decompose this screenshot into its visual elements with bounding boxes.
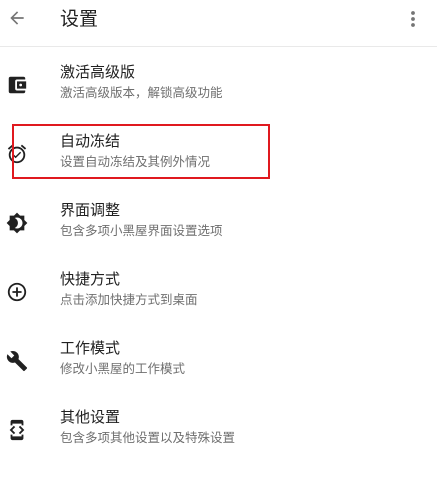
settings-item-title: 激活高级版 <box>60 63 136 81</box>
wrench-icon <box>5 349 29 373</box>
settings-item-shortcut[interactable]: 快捷方式 点击添加快捷方式到桌面 <box>0 270 437 339</box>
add-circle-icon <box>5 280 29 304</box>
more-vert-icon[interactable] <box>406 7 420 31</box>
brightness-icon <box>5 211 29 235</box>
settings-item-subtitle: 包含多项小黑屋界面设置选项 <box>60 223 223 238</box>
settings-item-subtitle: 包含多项其他设置以及特殊设置 <box>60 430 236 445</box>
settings-item-work-mode[interactable]: 工作模式 修改小黑屋的工作模式 <box>0 339 437 408</box>
settings-item-subtitle: 修改小黑屋的工作模式 <box>60 361 186 376</box>
developer-mode-icon <box>5 418 29 442</box>
settings-item-title: 界面调整 <box>60 201 121 219</box>
settings-item-ui-adjust[interactable]: 界面调整 包含多项小黑屋界面设置选项 <box>0 201 437 270</box>
page-title: 设置 <box>60 8 99 30</box>
highlight-box <box>12 124 270 179</box>
arrow-back-icon[interactable] <box>6 7 28 29</box>
wallet-icon <box>5 73 29 97</box>
settings-item-activate-premium[interactable]: 激活高级版 激活高级版本，解锁高级功能 <box>0 63 437 132</box>
settings-item-subtitle: 点击添加快捷方式到桌面 <box>60 292 198 307</box>
settings-item-title: 工作模式 <box>60 339 121 357</box>
settings-item-title: 其他设置 <box>60 408 121 426</box>
settings-item-title: 快捷方式 <box>60 270 121 288</box>
app-bar: 设置 <box>0 0 437 47</box>
settings-item-other[interactable]: 其他设置 包含多项其他设置以及特殊设置 <box>0 408 437 477</box>
settings-item-subtitle: 激活高级版本，解锁高级功能 <box>60 85 223 100</box>
